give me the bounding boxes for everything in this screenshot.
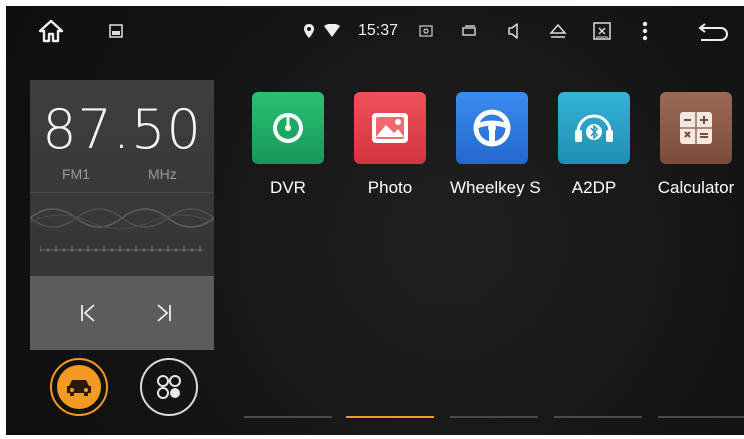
home-screen: 15:37 87.50 FM1 MHz DVR Photo Wheelkey S… [6,6,744,435]
page-indicator[interactable] [244,416,332,418]
steering-wheel-icon [456,92,528,164]
page-indicator[interactable] [450,416,538,418]
radio-frequency: 87.50 [42,98,202,161]
app-label: DVR [270,178,306,197]
app-photo[interactable]: Photo [340,92,440,198]
window-icon[interactable] [460,20,478,42]
radio-display: 87.50 FM1 MHz [30,80,214,276]
page-indicator[interactable] [554,416,642,418]
radio-widget[interactable]: 87.50 FM1 MHz [30,80,214,350]
car-info-button[interactable] [50,358,108,416]
car-icon [57,365,101,409]
wifi-icon [322,20,342,42]
divider [30,192,214,193]
photo-icon [354,92,426,164]
app-label: Calculator [657,178,735,197]
radio-controls [30,276,214,350]
page-indicator[interactable] [658,416,744,418]
eject-icon[interactable] [548,20,568,42]
app-dvr[interactable]: DVR [238,92,338,198]
screenshot-icon[interactable] [418,20,434,42]
back-icon[interactable] [696,20,730,42]
next-station-button[interactable] [144,296,184,330]
skip-previous-icon [81,304,95,322]
page-indicator-active[interactable] [346,416,434,418]
close-box-icon[interactable] [592,20,612,42]
skip-next-icon [157,304,171,322]
gallery-icon [108,20,124,42]
app-wheelkey[interactable]: Wheelkey S [442,92,542,198]
app-a2dp[interactable]: A2DP [544,92,644,198]
volume-icon[interactable] [506,20,524,42]
app-label: Wheelkey S [450,178,540,197]
location-icon [302,20,316,42]
app-label: Photo [367,178,413,197]
calculator-icon [660,92,732,164]
app-label: A2DP [571,178,617,197]
status-bar: 15:37 [6,6,744,56]
bluetooth-audio-icon [558,92,630,164]
radio-unit: MHz [148,166,177,182]
apps-grid-icon [157,375,181,399]
tuning-scale[interactable] [40,242,204,254]
dvr-gauge-icon [252,92,324,164]
app-calculator[interactable]: Calculator [646,92,744,198]
menu-dots-icon[interactable] [640,20,650,42]
prev-station-button[interactable] [68,296,108,330]
home-icon[interactable] [36,19,66,43]
radio-band: FM1 [62,166,90,182]
all-apps-button[interactable] [140,358,198,416]
clock: 15:37 [358,22,399,39]
